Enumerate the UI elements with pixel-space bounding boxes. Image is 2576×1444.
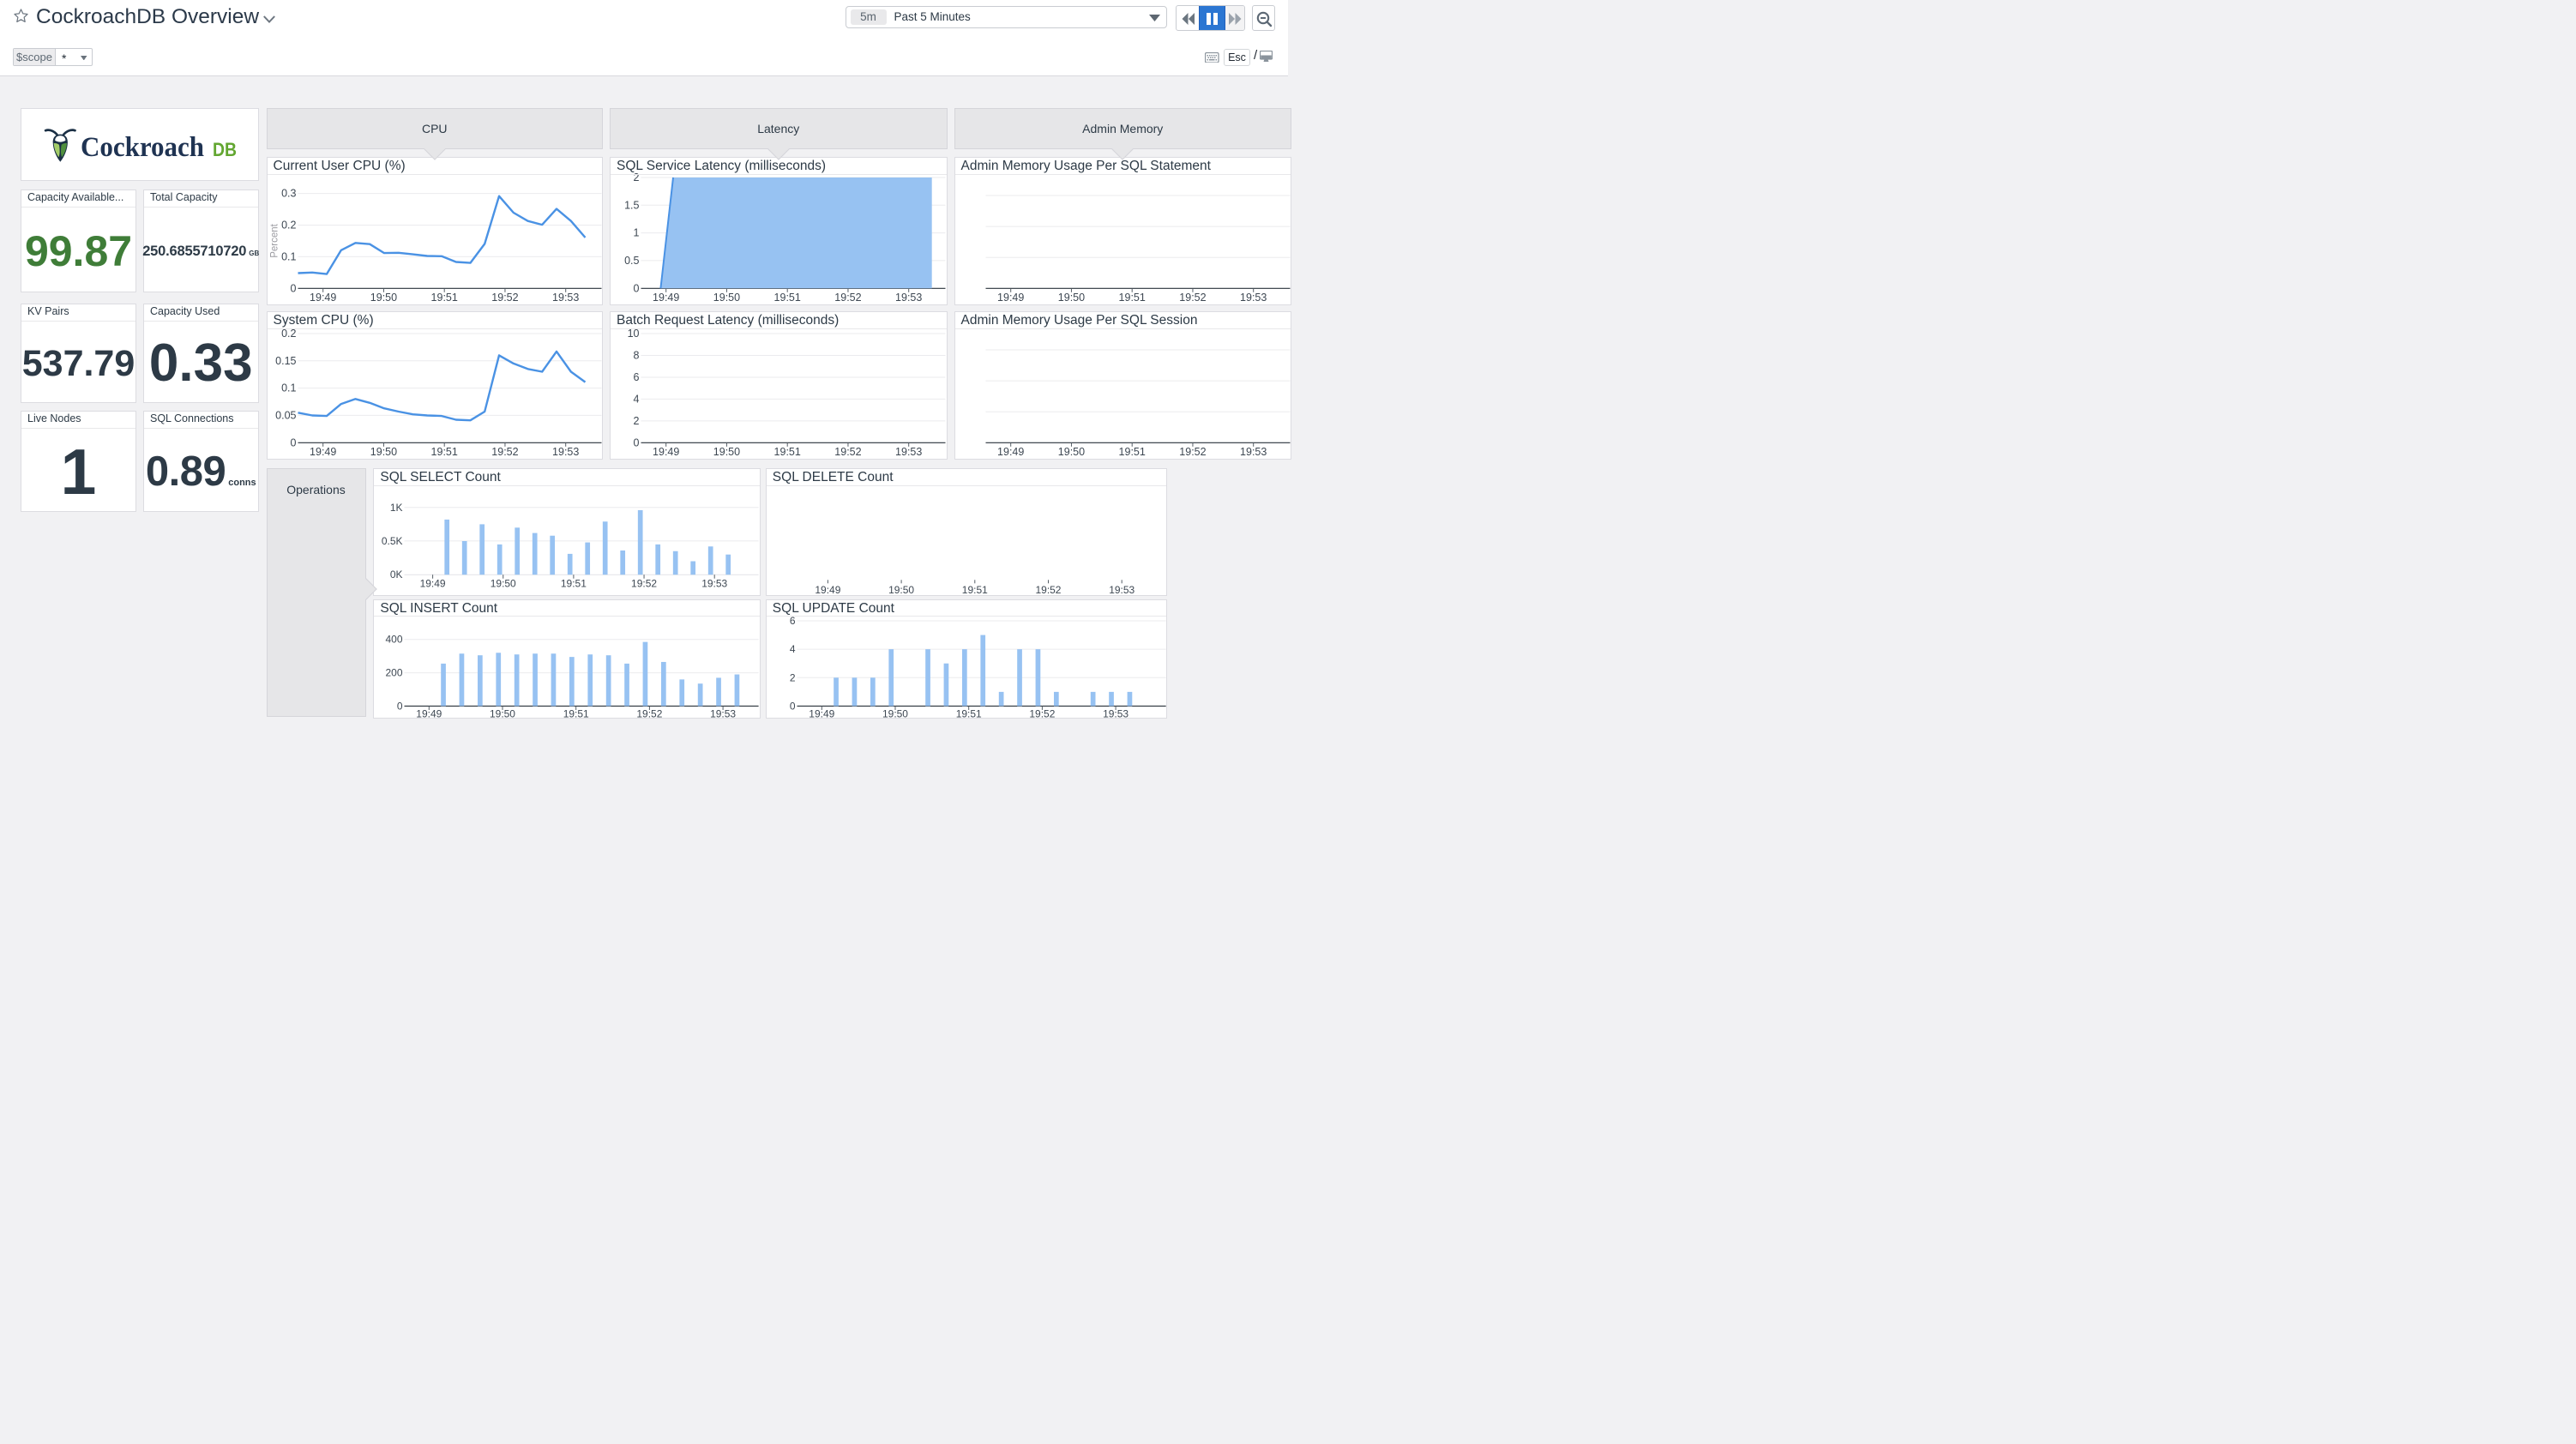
svg-text:19:51: 19:51 — [1118, 291, 1145, 303]
svg-text:19:49: 19:49 — [815, 584, 840, 596]
svg-text:19:53: 19:53 — [1240, 291, 1267, 303]
svg-text:19:52: 19:52 — [1029, 707, 1055, 719]
svg-text:19:50: 19:50 — [370, 446, 396, 458]
svg-text:1: 1 — [634, 226, 640, 238]
svg-text:19:49: 19:49 — [310, 446, 336, 458]
svg-text:0.2: 0.2 — [281, 219, 296, 231]
svg-text:400: 400 — [386, 634, 403, 646]
svg-text:19:49: 19:49 — [653, 291, 679, 303]
svg-text:19:50: 19:50 — [491, 577, 516, 589]
svg-text:0.1: 0.1 — [281, 382, 296, 394]
svg-text:19:51: 19:51 — [1118, 446, 1145, 458]
svg-text:19:53: 19:53 — [710, 707, 736, 719]
svg-text:19:52: 19:52 — [631, 577, 657, 589]
svg-text:0.05: 0.05 — [275, 410, 296, 422]
svg-text:19:50: 19:50 — [882, 707, 908, 719]
svg-text:0.3: 0.3 — [281, 187, 296, 199]
svg-text:0: 0 — [634, 436, 640, 448]
svg-text:2: 2 — [634, 415, 640, 427]
svg-text:2: 2 — [790, 671, 796, 683]
svg-text:19:52: 19:52 — [491, 291, 518, 303]
svg-text:19:50: 19:50 — [713, 446, 740, 458]
svg-text:19:49: 19:49 — [809, 707, 834, 719]
svg-text:19:50: 19:50 — [1057, 446, 1084, 458]
svg-text:10: 10 — [628, 328, 640, 340]
svg-text:19:51: 19:51 — [561, 577, 587, 589]
svg-text:0.2: 0.2 — [281, 328, 296, 340]
svg-text:0: 0 — [790, 700, 796, 712]
svg-text:19:49: 19:49 — [653, 446, 679, 458]
svg-text:19:53: 19:53 — [552, 291, 579, 303]
svg-text:19:51: 19:51 — [962, 584, 988, 596]
svg-text:19:52: 19:52 — [491, 446, 518, 458]
svg-text:8: 8 — [634, 350, 640, 362]
svg-text:19:51: 19:51 — [430, 446, 457, 458]
svg-text:19:51: 19:51 — [955, 707, 981, 719]
svg-text:19:50: 19:50 — [1057, 291, 1084, 303]
svg-text:0.1: 0.1 — [281, 250, 296, 262]
svg-text:19:49: 19:49 — [997, 446, 1024, 458]
svg-text:19:53: 19:53 — [702, 577, 728, 589]
svg-text:19:52: 19:52 — [1035, 584, 1061, 596]
svg-text:19:49: 19:49 — [420, 577, 446, 589]
svg-text:19:52: 19:52 — [1179, 446, 1206, 458]
svg-text:4: 4 — [634, 394, 640, 406]
svg-text:19:52: 19:52 — [834, 446, 861, 458]
svg-text:0K: 0K — [390, 569, 403, 581]
svg-text:200: 200 — [386, 666, 403, 678]
svg-text:4: 4 — [790, 643, 796, 655]
svg-text:0: 0 — [634, 282, 640, 294]
svg-text:19:51: 19:51 — [774, 291, 801, 303]
svg-text:19:52: 19:52 — [834, 291, 861, 303]
svg-text:19:53: 19:53 — [1240, 446, 1267, 458]
svg-text:19:51: 19:51 — [774, 446, 801, 458]
svg-text:19:51: 19:51 — [563, 707, 589, 719]
svg-text:1.5: 1.5 — [624, 199, 639, 211]
svg-text:19:53: 19:53 — [1103, 707, 1129, 719]
svg-text:19:49: 19:49 — [417, 707, 442, 719]
svg-text:19:50: 19:50 — [490, 707, 515, 719]
svg-text:19:53: 19:53 — [895, 291, 922, 303]
svg-text:Cockroach: Cockroach — [81, 132, 204, 163]
svg-text:0: 0 — [290, 282, 296, 294]
svg-text:19:50: 19:50 — [888, 584, 914, 596]
svg-text:19:53: 19:53 — [1109, 584, 1135, 596]
svg-text:19:53: 19:53 — [895, 446, 922, 458]
svg-text:19:53: 19:53 — [552, 446, 579, 458]
svg-text:19:50: 19:50 — [370, 291, 396, 303]
svg-text:19:52: 19:52 — [1179, 291, 1206, 303]
svg-text:0.5: 0.5 — [624, 254, 639, 266]
svg-text:0: 0 — [397, 700, 403, 712]
svg-text:DB: DB — [213, 139, 237, 160]
svg-text:19:49: 19:49 — [310, 291, 336, 303]
svg-text:Percent: Percent — [269, 223, 280, 257]
svg-text:0.5K: 0.5K — [382, 535, 403, 547]
svg-text:19:51: 19:51 — [430, 291, 457, 303]
svg-text:1K: 1K — [390, 502, 403, 514]
svg-text:19:50: 19:50 — [713, 291, 740, 303]
svg-text:19:52: 19:52 — [637, 707, 663, 719]
svg-text:0: 0 — [290, 436, 296, 448]
svg-text:6: 6 — [634, 371, 640, 383]
svg-text:19:49: 19:49 — [997, 291, 1024, 303]
svg-text:0.15: 0.15 — [275, 355, 296, 367]
